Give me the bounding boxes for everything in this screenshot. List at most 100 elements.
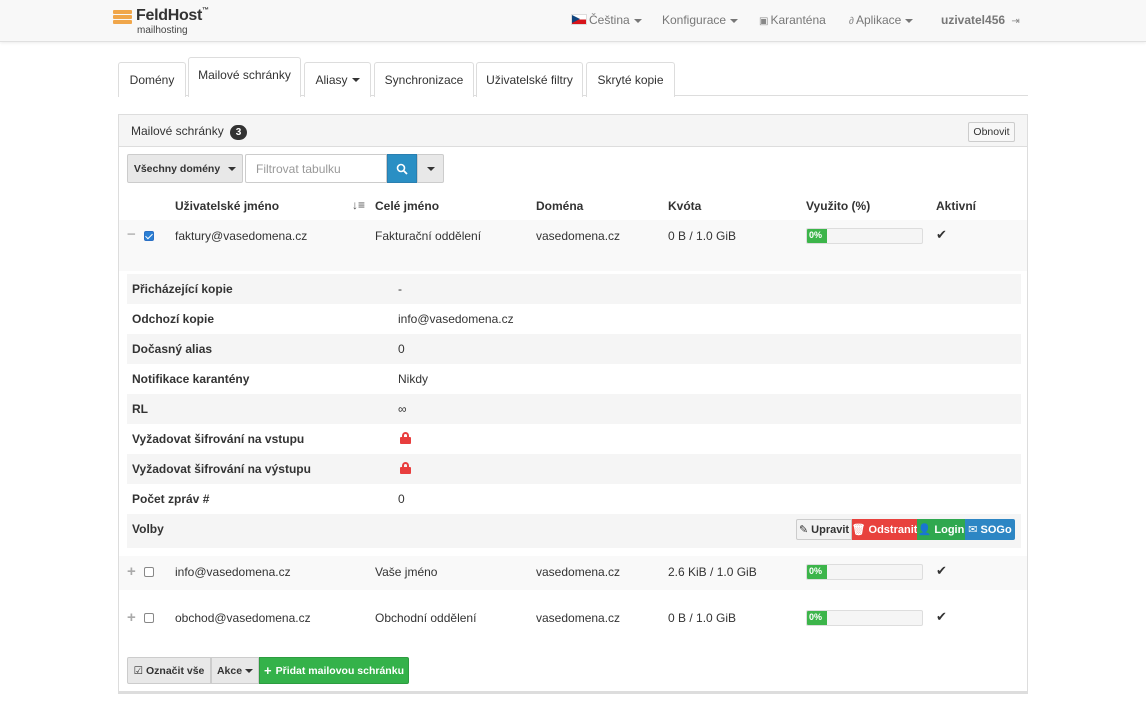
tab-label: Aliasy [315, 73, 348, 87]
brand-tm: ™ [202, 7, 209, 14]
detail-label: Odchozí kopie [132, 312, 215, 326]
sogo-label: SOGo [980, 523, 1012, 536]
detail-value: 0 [398, 342, 405, 356]
tab-user-filters[interactable]: Uživatelské filtry [476, 62, 583, 97]
top-navbar: FeldHost™ mailhosting Čeština Konfigurac… [0, 0, 1146, 42]
detail-value: 0 [398, 492, 405, 506]
table-filter-input[interactable] [245, 154, 387, 183]
tab-aliases[interactable]: Aliasy [304, 62, 371, 97]
col-active[interactable]: Aktivní [936, 199, 976, 213]
domain-filter-label: Všechny domény [133, 162, 221, 175]
detail-label: Počet zpráv # [132, 492, 210, 506]
language-menu[interactable]: Čeština [571, 13, 642, 27]
detail-tls-in: Vyžadovat šifrování na vstupu [127, 424, 1021, 454]
detail-label: RL [132, 402, 148, 416]
sort-ascending-icon[interactable]: ↓≡ [352, 198, 365, 212]
cell-domain: vasedomena.cz [536, 565, 621, 579]
tab-hidden-copies[interactable]: Skryté kopie [586, 62, 675, 97]
lock-icon [400, 432, 411, 444]
mailboxes-panel: Mailové schránky 3 Obnovit Všechny domén… [118, 114, 1028, 694]
row-checkbox[interactable] [144, 567, 154, 577]
brand-icon [113, 10, 132, 24]
row-checkbox[interactable] [144, 231, 154, 241]
main-tabs: Domény Mailové schránky Aliasy Synchroni… [118, 57, 1028, 97]
domain-filter-dropdown[interactable]: Všechny domény [127, 154, 243, 183]
actions-label: Akce [216, 664, 243, 677]
detail-label: Přicházející kopie [132, 282, 233, 296]
delete-button[interactable]: 🗑 Odstranit [852, 519, 917, 540]
active-check-icon: ✔ [936, 563, 947, 578]
search-options-dropdown[interactable] [417, 154, 444, 183]
panel-heading: Mailové schránky 3 Obnovit [119, 115, 1027, 147]
detail-msg-count: Počet zpráv # 0 [127, 484, 1021, 514]
expand-icon[interactable]: + [127, 563, 136, 580]
user-name: uzivatel456 [941, 13, 1006, 27]
config-label: Konfigurace [662, 13, 727, 27]
detail-value: - [398, 282, 402, 296]
cell-username: faktury@vasedomena.cz [175, 229, 308, 243]
tab-label: Uživatelské filtry [486, 73, 573, 87]
cell-quota: 0 B / 1.0 GiB [668, 611, 737, 625]
tab-mailboxes[interactable]: Mailové schránky [188, 57, 301, 97]
col-fullname[interactable]: Celé jméno [375, 199, 439, 213]
envelope-icon: ✉ [968, 524, 978, 536]
czech-flag-icon [571, 14, 587, 25]
active-check-icon: ✔ [936, 227, 947, 242]
tab-label: Skryté kopie [597, 73, 664, 87]
col-quota[interactable]: Kvóta [668, 199, 701, 213]
col-domain[interactable]: Doména [536, 199, 583, 213]
refresh-button[interactable]: Obnovit [968, 122, 1015, 142]
edit-button[interactable]: ✎ Upravit [796, 519, 852, 540]
user-logout[interactable]: uzivatel456 ⇥ [941, 13, 1022, 27]
logout-icon: ⇥ [1011, 16, 1020, 27]
expand-icon[interactable]: + [127, 609, 136, 626]
user-icon: 👤 [917, 524, 932, 536]
search-button[interactable] [387, 154, 417, 183]
mailbox-count-badge: 3 [230, 125, 248, 140]
cell-username: obchod@vasedomena.cz [175, 611, 311, 625]
usage-progress: 0% [806, 610, 923, 626]
select-all-label: Označit vše [146, 664, 205, 677]
detail-options: Volby ✎ Upravit 🗑 Odstranit 👤 Login ✉ SOGo [127, 514, 1021, 548]
link-icon: ∂ [849, 16, 854, 27]
panel-title-text: Mailové schránky [131, 124, 224, 138]
col-username[interactable]: Uživatelské jméno [175, 199, 279, 213]
active-check-icon: ✔ [936, 609, 947, 624]
tab-label: Mailové schránky [198, 67, 291, 82]
chevron-down-icon [426, 166, 435, 171]
tab-label: Domény [129, 73, 175, 87]
table-row[interactable]: + obchod@vasedomena.cz Obchodní oddělení… [119, 602, 1027, 636]
row-checkbox[interactable] [144, 613, 154, 623]
trash-icon: 🗑 [851, 524, 866, 536]
quarantine-link[interactable]: ▣ Karanténa [759, 13, 826, 27]
tab-sync[interactable]: Synchronizace [374, 62, 474, 97]
usage-progress-bar: 0% [807, 611, 827, 625]
table-row[interactable]: + info@vasedomena.cz Vaše jméno vasedome… [119, 556, 1027, 590]
chevron-down-icon [633, 18, 642, 23]
row-spacer [119, 254, 1027, 271]
detail-quarantine-notification: Notifikace karantény Nikdy [127, 364, 1021, 394]
apps-menu[interactable]: ∂ Aplikace [849, 13, 914, 27]
chevron-down-icon [730, 18, 739, 23]
tab-domains[interactable]: Domény [118, 62, 186, 97]
cell-quota: 0 B / 1.0 GiB [668, 229, 737, 243]
cell-fullname: Fakturační oddělení [375, 229, 482, 243]
lock-icon [400, 462, 411, 474]
actions-dropdown[interactable]: Akce [211, 657, 259, 684]
login-button[interactable]: 👤 Login [917, 519, 965, 540]
pencil-icon: ✎ [798, 524, 809, 536]
col-used[interactable]: Využito (%) [806, 199, 870, 213]
detail-label: Volby [132, 522, 164, 536]
table-row[interactable]: − faktury@vasedomena.cz Fakturační odděl… [119, 220, 1027, 254]
sogo-button[interactable]: ✉ SOGo [965, 519, 1015, 540]
add-mailbox-button[interactable]: + Přidat mailovou schránku [259, 657, 409, 684]
select-all-button[interactable]: ☑ Označit vše [127, 657, 211, 684]
cell-fullname: Obchodní oddělení [375, 611, 477, 625]
usage-progress-bar: 0% [807, 565, 827, 579]
collapse-icon[interactable]: − [127, 226, 136, 243]
detail-value: Nikdy [398, 372, 429, 386]
chevron-down-icon [228, 166, 237, 171]
search-icon [396, 163, 408, 175]
usage-progress-bar: 0% [807, 229, 827, 243]
config-menu[interactable]: Konfigurace [662, 13, 739, 27]
